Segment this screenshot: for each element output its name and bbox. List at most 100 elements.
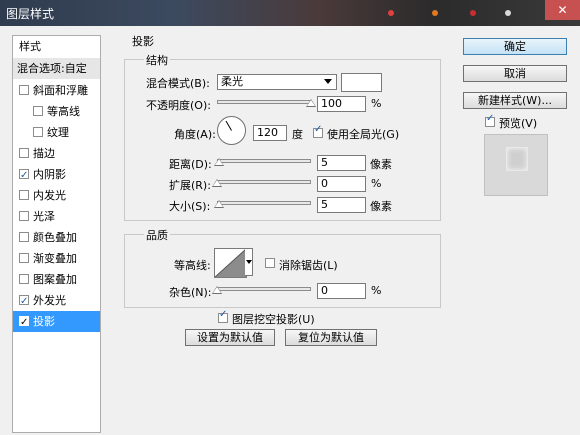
style-item-label: 颜色叠加 — [33, 231, 77, 244]
style-item-checkbox[interactable] — [19, 232, 29, 242]
distance-input[interactable]: 5 — [317, 155, 366, 171]
style-item-checkbox[interactable] — [33, 106, 43, 116]
styles-list: 样式 混合选项:自定 斜面和浮雕等高线纹理描边内阴影内发光光泽颜色叠加渐变叠加图… — [12, 35, 101, 433]
knockout-checkbox[interactable] — [218, 309, 228, 323]
blend-options-label: 混合选项:自定 — [17, 62, 87, 75]
quality-title: 品质 — [144, 227, 170, 243]
style-item[interactable]: 图案叠加 — [13, 269, 100, 290]
style-item-checkbox[interactable] — [19, 85, 29, 95]
opacity-input[interactable]: 100 — [317, 96, 366, 112]
style-item[interactable]: 颜色叠加 — [13, 227, 100, 248]
close-icon[interactable]: ✕ — [545, 0, 580, 20]
distance-unit: 像素 — [370, 158, 392, 171]
distance-label: 距离(D): — [169, 158, 212, 171]
cancel-button[interactable]: 取消 — [463, 65, 567, 82]
blend-options-item[interactable]: 混合选项:自定 — [13, 58, 100, 79]
spread-unit: % — [371, 177, 382, 190]
style-item-label: 内发光 — [33, 189, 66, 202]
section-title: 投影 — [130, 33, 156, 49]
style-item-checkbox[interactable] — [19, 165, 29, 186]
structure-title: 结构 — [144, 52, 170, 68]
blend-mode-select[interactable]: 柔光 — [217, 74, 337, 90]
size-label: 大小(S): — [169, 200, 211, 213]
style-item-checkbox[interactable] — [19, 312, 29, 333]
style-item-label: 等高线 — [47, 105, 80, 118]
style-item-checkbox[interactable] — [19, 148, 29, 158]
global-light-label: 使用全局光(G) — [327, 128, 400, 141]
chevron-down-icon — [324, 79, 332, 84]
noise-slider-track[interactable] — [217, 287, 311, 291]
noise-label: 杂色(N): — [169, 286, 212, 299]
style-item[interactable]: 等高线 — [13, 101, 100, 122]
style-item[interactable]: 斜面和浮雕 — [13, 80, 100, 101]
style-item-label: 纹理 — [47, 126, 69, 139]
opacity-slider-track[interactable] — [217, 100, 311, 104]
noise-unit: % — [371, 284, 382, 297]
blend-mode-value: 柔光 — [221, 75, 243, 88]
style-item-checkbox[interactable] — [19, 291, 29, 312]
spread-slider-track[interactable] — [217, 180, 311, 184]
size-unit: 像素 — [370, 200, 392, 213]
style-item[interactable]: 内发光 — [13, 185, 100, 206]
distance-slider-track[interactable] — [217, 159, 311, 163]
style-item-label: 渐变叠加 — [33, 252, 77, 265]
window-title: 图层样式 — [6, 7, 55, 21]
style-item[interactable]: 光泽 — [13, 206, 100, 227]
angle-label: 角度(A): — [174, 128, 216, 141]
preview-checkbox[interactable] — [485, 113, 495, 127]
style-item[interactable]: 纹理 — [13, 122, 100, 143]
size-slider-track[interactable] — [217, 201, 311, 205]
opacity-slider-handle[interactable] — [306, 99, 316, 107]
noise-slider-handle[interactable] — [212, 286, 222, 294]
contour-picker[interactable] — [214, 248, 247, 278]
noise-input[interactable]: 0 — [317, 283, 366, 299]
make-default-button[interactable]: 设置为默认值 — [185, 329, 275, 346]
style-item-label: 外发光 — [33, 294, 66, 307]
style-preview-swatch — [506, 147, 528, 171]
preview-label: 预览(V) — [499, 117, 538, 130]
size-input[interactable]: 5 — [317, 197, 366, 213]
opacity-label: 不透明度(O): — [146, 99, 211, 112]
window-titlebar[interactable]: 图层样式 ✕ — [0, 0, 580, 26]
style-item-checkbox[interactable] — [19, 274, 29, 284]
contour-label: 等高线: — [174, 259, 211, 272]
style-item-label: 内阴影 — [33, 168, 66, 181]
spread-input[interactable]: 0 — [317, 176, 366, 192]
anti-alias-label: 消除锯齿(L) — [279, 259, 338, 272]
styles-header-label: 样式 — [19, 40, 41, 53]
style-item-label: 光泽 — [33, 210, 55, 223]
styles-header[interactable]: 样式 — [13, 36, 100, 57]
distance-slider-handle[interactable] — [213, 158, 224, 166]
knockout-label: 图层挖空投影(U) — [232, 313, 315, 326]
spread-label: 扩展(R): — [169, 179, 211, 192]
global-light-checkbox[interactable] — [313, 124, 323, 138]
style-item[interactable]: 描边 — [13, 143, 100, 164]
style-item-checkbox[interactable] — [33, 127, 43, 137]
style-item-checkbox[interactable] — [19, 253, 29, 263]
style-item-checkbox[interactable] — [19, 211, 29, 221]
contour-curve-icon — [215, 249, 246, 277]
style-item-label: 斜面和浮雕 — [33, 84, 88, 97]
new-style-button[interactable]: 新建样式(W)... — [463, 92, 567, 109]
angle-input[interactable]: 120 — [253, 125, 287, 141]
spread-slider-handle[interactable] — [212, 179, 222, 187]
style-item[interactable]: 外发光 — [13, 290, 100, 312]
size-slider-handle[interactable] — [213, 200, 224, 208]
angle-unit: 度 — [292, 128, 303, 141]
style-item[interactable]: 投影 — [13, 311, 100, 333]
anti-alias-checkbox[interactable] — [265, 258, 275, 268]
ok-button[interactable]: 确定 — [463, 38, 567, 55]
style-item-label: 描边 — [33, 147, 55, 160]
angle-dial[interactable] — [217, 116, 246, 145]
reset-default-button[interactable]: 复位为默认值 — [285, 329, 377, 346]
chevron-down-icon — [246, 260, 252, 264]
style-item-checkbox[interactable] — [19, 190, 29, 200]
angle-dial-needle — [225, 120, 232, 131]
shadow-color-swatch[interactable] — [341, 73, 382, 92]
contour-dropdown-button[interactable] — [245, 248, 253, 276]
opacity-unit: % — [371, 97, 382, 110]
style-preview-thumbnail — [484, 134, 548, 196]
style-item[interactable]: 内阴影 — [13, 164, 100, 186]
style-item-label: 图案叠加 — [33, 273, 77, 286]
style-item[interactable]: 渐变叠加 — [13, 248, 100, 269]
